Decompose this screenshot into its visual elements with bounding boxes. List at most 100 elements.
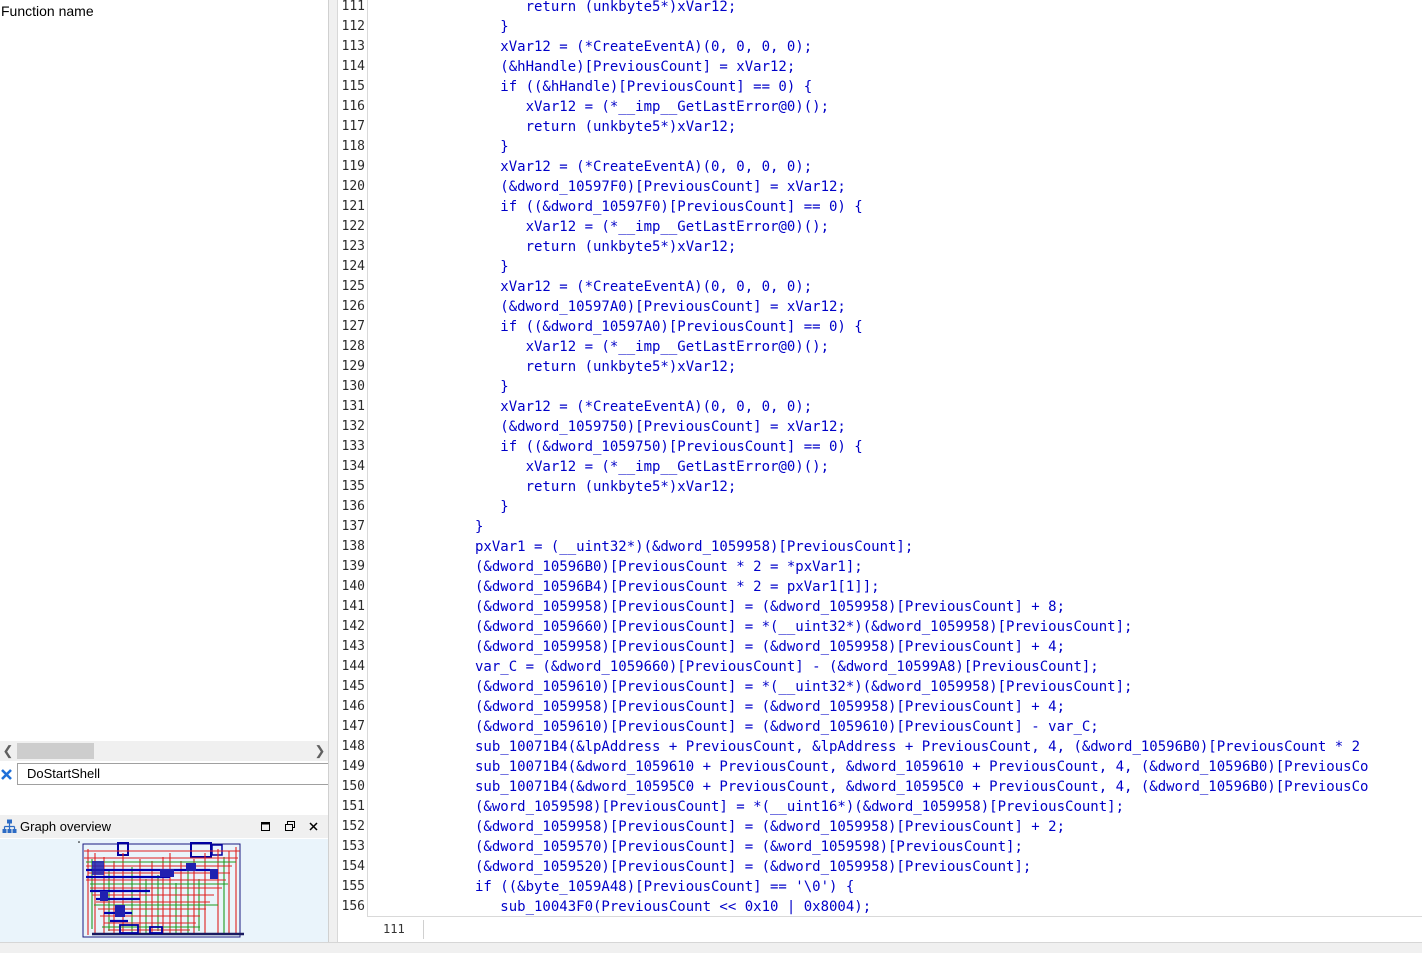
code-line[interactable]: } [475,17,508,37]
line-number: 128 [341,339,365,354]
line-number: 148 [341,739,365,754]
line-number: 111 [341,0,365,14]
line-number: 132 [341,419,365,434]
code-line[interactable]: (&dword_10596B0)[PreviousCount * 2 = *px… [475,557,863,577]
code-line[interactable]: return (unkbyte5*)xVar12; [475,117,737,137]
line-number: 146 [341,699,365,714]
code-line[interactable]: xVar12 = (*__imp__GetLastError@0)(); [475,97,829,117]
line-number: 127 [341,319,365,334]
function-list-horizontal-scrollbar[interactable]: ❮ ❯ [0,741,328,761]
line-number: 151 [341,799,365,814]
graph-overview-titlebar: Graph overview [0,815,330,838]
code-line[interactable]: (&dword_1059958)[PreviousCount] = (&dwor… [475,597,1065,617]
code-line[interactable]: } [475,137,508,157]
code-line[interactable]: xVar12 = (*CreateEventA)(0, 0, 0, 0); [475,157,812,177]
line-number: 133 [341,439,365,454]
line-number: 144 [341,659,365,674]
line-number: 156 [341,899,365,914]
maximize-icon[interactable] [282,818,298,835]
code-line[interactable]: return (unkbyte5*)xVar12; [475,0,737,17]
current-line-indicator: 111 [383,922,405,936]
decompiler-code-view[interactable]: 111 112 113 114 115 116 117 118 119 120 121 122 123 1… [338,0,1422,942]
code-line[interactable]: (&word_1059598)[PreviousCount] = *(__uin… [475,797,1124,817]
close-x-icon[interactable] [0,765,14,783]
line-number: 145 [341,679,365,694]
code-line[interactable]: (&dword_1059958)[PreviousCount] = (&dwor… [475,637,1065,657]
graph-overview-canvas[interactable] [0,839,330,942]
code-line[interactable]: } [475,257,508,277]
code-line[interactable]: (&dword_1059610)[PreviousCount] = *(__ui… [475,677,1132,697]
line-number: 124 [341,259,365,274]
code-line[interactable]: xVar12 = (*CreateEventA)(0, 0, 0, 0); [475,277,812,297]
code-line[interactable]: (&dword_1059750)[PreviousCount] = xVar12… [475,417,846,437]
line-number: 129 [341,359,365,374]
close-icon[interactable] [306,818,322,835]
functions-panel: Function name ❮ ❯ Graph overview [0,0,330,952]
code-line[interactable]: if ((&hHandle)[PreviousCount] == 0) { [475,77,812,97]
code-line[interactable]: (&dword_1059570)[PreviousCount] = (&word… [475,837,1023,857]
code-line[interactable]: if ((&dword_10597F0)[PreviousCount] == 0… [475,197,862,217]
code-view-status-bar: 111 [367,916,1422,942]
code-line[interactable]: (&dword_10597F0)[PreviousCount] = xVar12… [475,177,846,197]
line-number: 119 [341,159,365,174]
line-number: 134 [341,459,365,474]
scrollbar-thumb[interactable] [17,743,94,759]
graph-nodes-icon [2,819,17,833]
line-number: 137 [341,519,365,534]
line-number: 135 [341,479,365,494]
function-filter-row [0,763,330,785]
code-line[interactable]: } [475,517,483,537]
code-line[interactable]: var_C = (&dword_1059660)[PreviousCount] … [475,657,1099,677]
function-list[interactable] [0,22,328,740]
line-number: 123 [341,239,365,254]
scroll-right-arrow-icon[interactable]: ❯ [312,741,328,761]
code-line[interactable]: sub_10071B4(&dword_1059610 + PreviousCou… [475,757,1368,777]
code-line[interactable]: xVar12 = (*CreateEventA)(0, 0, 0, 0); [475,397,812,417]
code-line[interactable]: if ((&byte_1059A48)[PreviousCount] == '\… [475,877,854,897]
code-line[interactable]: sub_10043F0(PreviousCount << 0x10 | 0x80… [475,897,871,917]
code-line[interactable]: return (unkbyte5*)xVar12; [475,237,737,257]
code-line[interactable]: (&dword_1059610)[PreviousCount] = (&dwor… [475,717,1099,737]
code-line[interactable]: (&dword_10596B4)[PreviousCount * 2 = pxV… [475,577,880,597]
line-number: 131 [341,399,365,414]
line-number: 130 [341,379,365,394]
line-number: 153 [341,839,365,854]
code-line[interactable]: (&dword_1059660)[PreviousCount] = *(__ui… [475,617,1132,637]
line-number: 139 [341,559,365,574]
line-number: 112 [341,19,365,34]
code-line[interactable]: if ((&dword_10597A0)[PreviousCount] == 0… [475,317,862,337]
code-line[interactable]: return (unkbyte5*)xVar12; [475,357,737,377]
window-bottom-edge [0,942,1422,953]
code-line[interactable]: xVar12 = (*CreateEventA)(0, 0, 0, 0); [475,37,812,57]
code-line[interactable]: if ((&dword_1059750)[PreviousCount] == 0… [475,437,862,457]
code-line[interactable]: (&hHandle)[PreviousCount] = xVar12; [475,57,795,77]
code-line[interactable]: (&dword_1059958)[PreviousCount] = (&dwor… [475,697,1065,717]
code-line[interactable]: xVar12 = (*__imp__GetLastError@0)(); [475,337,829,357]
code-line[interactable]: return (unkbyte5*)xVar12; [475,477,737,497]
restore-window-icon[interactable] [258,818,274,835]
status-separator [423,920,424,939]
code-line[interactable]: (&dword_10597A0)[PreviousCount] = xVar12… [475,297,846,317]
code-line[interactable]: } [475,377,508,397]
code-line[interactable]: xVar12 = (*__imp__GetLastError@0)(); [475,457,829,477]
line-number: 150 [341,779,365,794]
line-number: 141 [341,599,365,614]
line-number: 125 [341,279,365,294]
code-line[interactable]: (&dword_1059520)[PreviousCount] = (&dwor… [475,857,1031,877]
code-line[interactable]: xVar12 = (*__imp__GetLastError@0)(); [475,217,829,237]
line-number: 113 [341,39,365,54]
function-filter-input[interactable] [17,763,330,785]
scroll-left-arrow-icon[interactable]: ❮ [0,741,16,761]
line-number: 126 [341,299,365,314]
code-line[interactable]: pxVar1 = (__uint32*)(&dword_1059958)[Pre… [475,537,913,557]
panel-splitter[interactable] [328,0,338,942]
line-number: 136 [341,499,365,514]
code-line[interactable]: } [475,497,508,517]
line-number: 154 [341,859,365,874]
line-number: 152 [341,819,365,834]
code-line[interactable]: sub_10071B4(&dword_10595C0 + PreviousCou… [475,777,1368,797]
code-line[interactable]: (&dword_1059958)[PreviousCount] = (&dwor… [475,817,1065,837]
function-name-column-header[interactable]: Function name [0,0,94,22]
code-line[interactable]: sub_10071B4(&lpAddress + PreviousCount, … [475,737,1360,757]
line-number: 149 [341,759,365,774]
